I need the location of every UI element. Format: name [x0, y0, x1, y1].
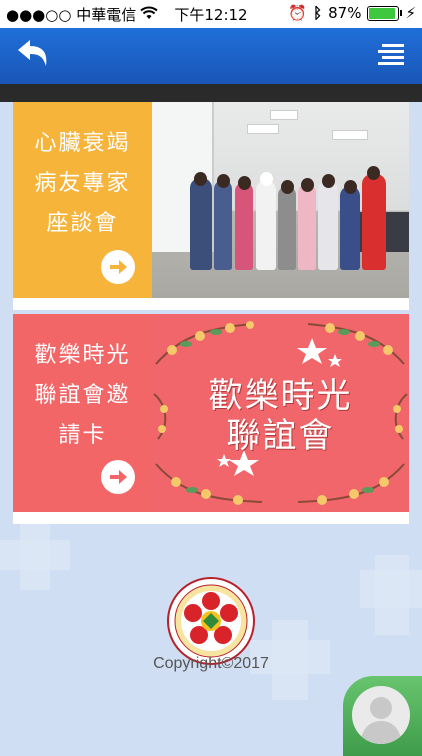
charging-icon: ⚡	[405, 4, 416, 22]
arrow-right-circle-icon[interactable]	[101, 250, 135, 284]
seminar-card[interactable]: 心臟衰竭 病友專家 座談會	[13, 102, 409, 310]
nursing-college-logo-icon	[167, 577, 255, 665]
card-label-panel: 心臟衰竭 病友專家 座談會	[13, 102, 152, 298]
invitation-title: 歡樂時光 聯誼會	[208, 376, 353, 456]
background-decoration	[20, 520, 50, 590]
battery-percent: 87%	[328, 4, 362, 22]
copyright-text: Copyright©2017	[153, 655, 269, 672]
background-decoration	[375, 555, 409, 635]
profile-button[interactable]	[343, 676, 422, 756]
party-invitation-card[interactable]: 歡樂時光 聯誼會邀 請卡 歡樂時光 聯誼會	[13, 314, 409, 524]
arrow-right-circle-icon[interactable]	[101, 460, 135, 494]
clock-time: 下午12:12	[174, 6, 248, 24]
user-avatar-icon	[352, 686, 410, 744]
back-button[interactable]	[14, 36, 54, 76]
card-label-panel: 歡樂時光 聯誼會邀 請卡	[13, 314, 152, 512]
hamburger-menu-icon	[378, 44, 404, 65]
header-divider	[0, 84, 422, 102]
undo-arrow-icon	[18, 40, 47, 66]
invitation-image: 歡樂時光 聯誼會	[152, 314, 409, 512]
bluetooth-icon: ᛒ	[313, 4, 323, 22]
card-title: 心臟衰竭 病友專家 座談會	[34, 131, 131, 236]
status-bar: ●●●○○ 中華電信 下午12:12 ⏰ ᛒ 87% ⚡	[0, 0, 422, 28]
alarm-icon: ⏰	[288, 4, 308, 22]
card-title: 歡樂時光 聯誼會邀 請卡	[34, 343, 131, 448]
navigation-bar	[0, 28, 422, 84]
seminar-photo	[152, 102, 409, 298]
battery-icon	[367, 5, 403, 21]
menu-button[interactable]	[376, 42, 406, 70]
